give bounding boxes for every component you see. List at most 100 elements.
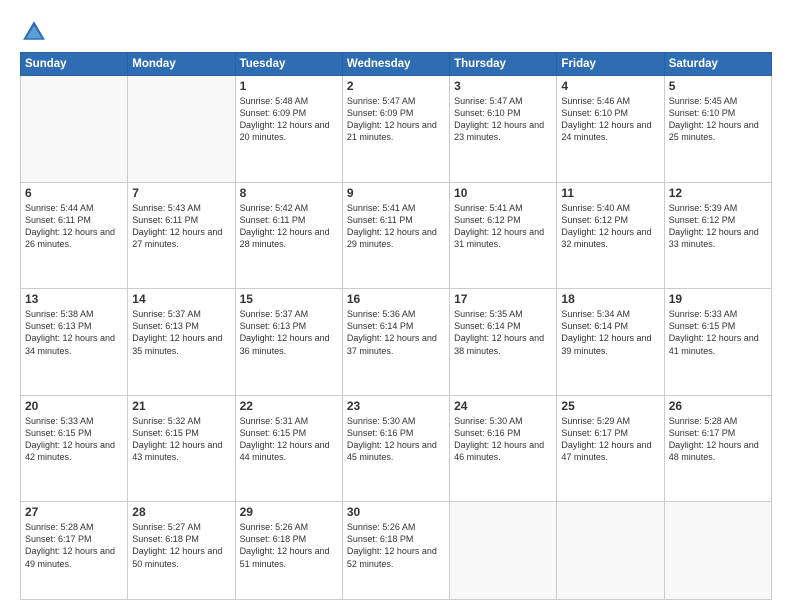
day-cell: 8 Sunrise: 5:42 AM Sunset: 6:11 PM Daylig… — [235, 182, 342, 289]
day-cell: 16 Sunrise: 5:36 AM Sunset: 6:14 PM Dayli… — [342, 289, 449, 396]
day-info: Sunrise: 5:44 AM Sunset: 6:11 PM Dayligh… — [25, 202, 123, 251]
day-info: Sunrise: 5:32 AM Sunset: 6:15 PM Dayligh… — [132, 415, 230, 464]
day-cell: 18 Sunrise: 5:34 AM Sunset: 6:14 PM Dayli… — [557, 289, 664, 396]
day-number: 16 — [347, 292, 445, 306]
day-info: Sunrise: 5:29 AM Sunset: 6:17 PM Dayligh… — [561, 415, 659, 464]
day-cell — [450, 502, 557, 600]
day-number: 13 — [25, 292, 123, 306]
day-number: 5 — [669, 79, 767, 93]
day-number: 1 — [240, 79, 338, 93]
weekday-header-sunday: Sunday — [21, 53, 128, 76]
day-number: 29 — [240, 505, 338, 519]
day-cell: 3Sunrise: 5:47 AM Sunset: 6:10 PM Daylig… — [450, 76, 557, 183]
day-info: Sunrise: 5:33 AM Sunset: 6:15 PM Dayligh… — [25, 415, 123, 464]
day-cell: 4 Sunrise: 5:46 AM Sunset: 6:10 PM Daylig… — [557, 76, 664, 183]
day-number: 15 — [240, 292, 338, 306]
logo — [20, 18, 52, 46]
day-cell: 11Sunrise: 5:40 AM Sunset: 6:12 PM Dayli… — [557, 182, 664, 289]
day-info: Sunrise: 5:26 AM Sunset: 6:18 PM Dayligh… — [347, 521, 445, 570]
day-info: Sunrise: 5:41 AM Sunset: 6:11 PM Dayligh… — [347, 202, 445, 251]
day-cell: 12 Sunrise: 5:39 AM Sunset: 6:12 PM Dayli… — [664, 182, 771, 289]
weekday-header-row: SundayMondayTuesdayWednesdayThursdayFrid… — [21, 53, 772, 76]
day-cell: 6 Sunrise: 5:44 AM Sunset: 6:11 PM Daylig… — [21, 182, 128, 289]
day-info: Sunrise: 5:39 AM Sunset: 6:12 PM Dayligh… — [669, 202, 767, 251]
day-info: Sunrise: 5:37 AM Sunset: 6:13 PM Dayligh… — [240, 308, 338, 357]
day-info: Sunrise: 5:31 AM Sunset: 6:15 PM Dayligh… — [240, 415, 338, 464]
day-cell — [664, 502, 771, 600]
day-number: 26 — [669, 399, 767, 413]
day-number: 7 — [132, 186, 230, 200]
day-info: Sunrise: 5:43 AM Sunset: 6:11 PM Dayligh… — [132, 202, 230, 251]
day-number: 27 — [25, 505, 123, 519]
day-info: Sunrise: 5:30 AM Sunset: 6:16 PM Dayligh… — [454, 415, 552, 464]
day-cell: 14Sunrise: 5:37 AM Sunset: 6:13 PM Dayli… — [128, 289, 235, 396]
day-cell: 13 Sunrise: 5:38 AM Sunset: 6:13 PM Dayli… — [21, 289, 128, 396]
day-cell: 23 Sunrise: 5:30 AM Sunset: 6:16 PM Dayli… — [342, 395, 449, 502]
day-number: 3 — [454, 79, 552, 93]
day-number: 20 — [25, 399, 123, 413]
day-number: 12 — [669, 186, 767, 200]
day-info: Sunrise: 5:46 AM Sunset: 6:10 PM Dayligh… — [561, 95, 659, 144]
day-number: 4 — [561, 79, 659, 93]
week-row-3: 13 Sunrise: 5:38 AM Sunset: 6:13 PM Dayli… — [21, 289, 772, 396]
day-cell: 19 Sunrise: 5:33 AM Sunset: 6:15 PM Dayli… — [664, 289, 771, 396]
day-cell: 20 Sunrise: 5:33 AM Sunset: 6:15 PM Dayli… — [21, 395, 128, 502]
day-number: 30 — [347, 505, 445, 519]
day-info: Sunrise: 5:36 AM Sunset: 6:14 PM Dayligh… — [347, 308, 445, 357]
week-row-5: 27Sunrise: 5:28 AM Sunset: 6:17 PM Dayli… — [21, 502, 772, 600]
day-info: Sunrise: 5:48 AM Sunset: 6:09 PM Dayligh… — [240, 95, 338, 144]
day-cell: 5 Sunrise: 5:45 AM Sunset: 6:10 PM Daylig… — [664, 76, 771, 183]
day-cell: 22 Sunrise: 5:31 AM Sunset: 6:15 PM Dayli… — [235, 395, 342, 502]
calendar-table: SundayMondayTuesdayWednesdayThursdayFrid… — [20, 52, 772, 600]
week-row-4: 20 Sunrise: 5:33 AM Sunset: 6:15 PM Dayli… — [21, 395, 772, 502]
day-info: Sunrise: 5:35 AM Sunset: 6:14 PM Dayligh… — [454, 308, 552, 357]
day-number: 23 — [347, 399, 445, 413]
day-cell — [128, 76, 235, 183]
day-number: 17 — [454, 292, 552, 306]
day-number: 9 — [347, 186, 445, 200]
day-info: Sunrise: 5:38 AM Sunset: 6:13 PM Dayligh… — [25, 308, 123, 357]
weekday-header-wednesday: Wednesday — [342, 53, 449, 76]
day-number: 21 — [132, 399, 230, 413]
day-number: 18 — [561, 292, 659, 306]
day-info: Sunrise: 5:27 AM Sunset: 6:18 PM Dayligh… — [132, 521, 230, 570]
day-info: Sunrise: 5:33 AM Sunset: 6:15 PM Dayligh… — [669, 308, 767, 357]
day-cell: 30 Sunrise: 5:26 AM Sunset: 6:18 PM Dayli… — [342, 502, 449, 600]
day-cell — [557, 502, 664, 600]
day-cell: 1 Sunrise: 5:48 AM Sunset: 6:09 PM Daylig… — [235, 76, 342, 183]
day-number: 10 — [454, 186, 552, 200]
day-cell: 17 Sunrise: 5:35 AM Sunset: 6:14 PM Dayli… — [450, 289, 557, 396]
page: SundayMondayTuesdayWednesdayThursdayFrid… — [0, 0, 792, 612]
day-number: 11 — [561, 186, 659, 200]
day-info: Sunrise: 5:30 AM Sunset: 6:16 PM Dayligh… — [347, 415, 445, 464]
day-number: 24 — [454, 399, 552, 413]
day-cell: 2 Sunrise: 5:47 AM Sunset: 6:09 PM Daylig… — [342, 76, 449, 183]
weekday-header-monday: Monday — [128, 53, 235, 76]
day-number: 25 — [561, 399, 659, 413]
day-cell: 24 Sunrise: 5:30 AM Sunset: 6:16 PM Dayli… — [450, 395, 557, 502]
day-cell: 26 Sunrise: 5:28 AM Sunset: 6:17 PM Dayli… — [664, 395, 771, 502]
day-info: Sunrise: 5:28 AM Sunset: 6:17 PM Dayligh… — [669, 415, 767, 464]
day-cell: 29 Sunrise: 5:26 AM Sunset: 6:18 PM Dayli… — [235, 502, 342, 600]
weekday-header-thursday: Thursday — [450, 53, 557, 76]
day-info: Sunrise: 5:47 AM Sunset: 6:09 PM Dayligh… — [347, 95, 445, 144]
day-cell — [21, 76, 128, 183]
day-info: Sunrise: 5:42 AM Sunset: 6:11 PM Dayligh… — [240, 202, 338, 251]
day-info: Sunrise: 5:37 AM Sunset: 6:13 PM Dayligh… — [132, 308, 230, 357]
logo-icon — [20, 18, 48, 46]
weekday-header-friday: Friday — [557, 53, 664, 76]
day-number: 19 — [669, 292, 767, 306]
day-info: Sunrise: 5:34 AM Sunset: 6:14 PM Dayligh… — [561, 308, 659, 357]
day-cell: 21 Sunrise: 5:32 AM Sunset: 6:15 PM Dayli… — [128, 395, 235, 502]
day-number: 6 — [25, 186, 123, 200]
day-cell: 15 Sunrise: 5:37 AM Sunset: 6:13 PM Dayli… — [235, 289, 342, 396]
day-info: Sunrise: 5:26 AM Sunset: 6:18 PM Dayligh… — [240, 521, 338, 570]
day-number: 8 — [240, 186, 338, 200]
top-bar — [20, 18, 772, 46]
day-info: Sunrise: 5:41 AM Sunset: 6:12 PM Dayligh… — [454, 202, 552, 251]
day-info: Sunrise: 5:45 AM Sunset: 6:10 PM Dayligh… — [669, 95, 767, 144]
day-cell: 27Sunrise: 5:28 AM Sunset: 6:17 PM Dayli… — [21, 502, 128, 600]
day-number: 22 — [240, 399, 338, 413]
weekday-header-tuesday: Tuesday — [235, 53, 342, 76]
day-number: 2 — [347, 79, 445, 93]
